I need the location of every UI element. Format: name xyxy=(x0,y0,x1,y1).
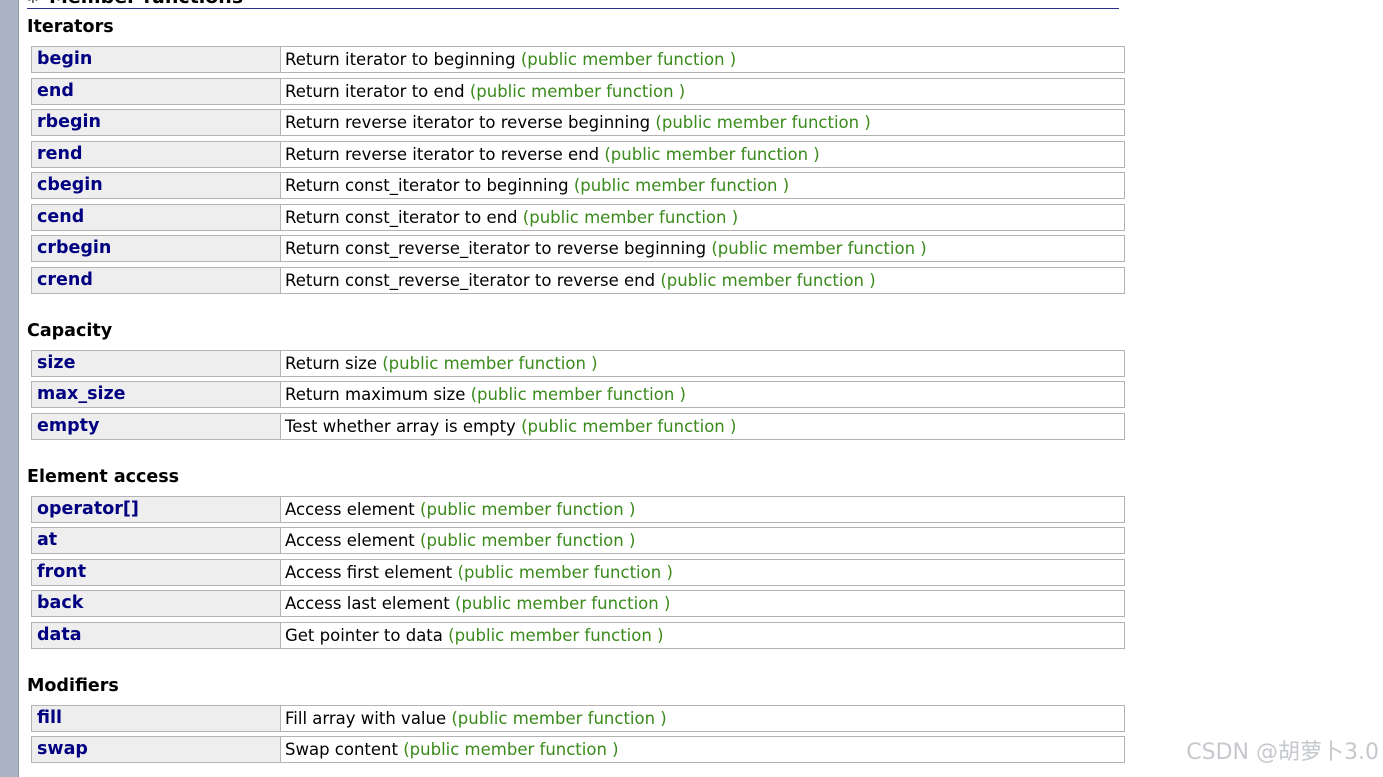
member-type-tag: (public member function ) xyxy=(655,113,871,132)
description-text: Fill array with value xyxy=(285,709,447,728)
description-text: Access element xyxy=(285,531,415,550)
description-text: Swap content xyxy=(285,740,398,759)
left-sidebar-bar xyxy=(0,0,19,777)
member-type-tag: (public member function ) xyxy=(522,208,739,227)
member-description: Return iterator to end (public member fu… xyxy=(281,79,1124,104)
table-row: swap Swap content (public member functio… xyxy=(31,736,1125,763)
description-text: Return const_reverse_iterator to reverse… xyxy=(285,271,656,290)
description-text: Return const_reverse_iterator to reverse… xyxy=(285,239,707,258)
section-title-modifiers: Modifiers xyxy=(27,676,119,696)
table-row: cend Return const_iterator to end (publi… xyxy=(31,204,1125,231)
member-description: Access last element (public member funct… xyxy=(281,591,1124,616)
table-row: empty Test whether array is empty (publi… xyxy=(31,413,1125,440)
member-type-tag: (public member function ) xyxy=(420,500,636,519)
member-link-back[interactable]: back xyxy=(32,591,281,616)
member-description: Return iterator to beginning (public mem… xyxy=(281,47,1124,72)
member-type-tag: (public member function ) xyxy=(403,740,619,759)
table-row: at Access element (public member functio… xyxy=(31,527,1125,554)
member-description: Return const_reverse_iterator to reverse… xyxy=(281,268,1124,293)
member-description: Fill array with value (public member fun… xyxy=(281,706,1124,731)
table-row: front Access first element (public membe… xyxy=(31,559,1125,586)
member-link-cbegin[interactable]: cbegin xyxy=(32,173,281,198)
member-link-operator-brackets[interactable]: operator[] xyxy=(32,497,281,522)
description-text: Return iterator to end xyxy=(285,82,465,101)
description-text: Return const_iterator to beginning xyxy=(285,176,569,195)
member-description: Get pointer to data (public member funct… xyxy=(281,623,1124,648)
member-type-tag: (public member function ) xyxy=(711,239,927,258)
table-row: crend Return const_reverse_iterator to r… xyxy=(31,267,1125,294)
member-type-tag: (public member function ) xyxy=(455,594,671,613)
page-heading-text: Member functions xyxy=(49,0,243,8)
member-link-max-size[interactable]: max_size xyxy=(32,382,281,407)
description-text: Access first element xyxy=(285,563,453,582)
description-text: Access element xyxy=(285,500,415,519)
description-text: Return reverse iterator to reverse begin… xyxy=(285,113,651,132)
member-description: Swap content (public member function ) xyxy=(281,737,1124,762)
page-heading: ✲Member functions xyxy=(27,0,1119,9)
table-row: rend Return reverse iterator to reverse … xyxy=(31,141,1125,168)
member-description: Return size (public member function ) xyxy=(281,351,1124,376)
member-description: Test whether array is empty (public memb… xyxy=(281,414,1124,439)
member-description: Return maximum size (public member funct… xyxy=(281,382,1124,407)
description-text: Access last element xyxy=(285,594,450,613)
member-description: Access element (public member function ) xyxy=(281,528,1124,553)
section-icon: ✲ xyxy=(27,0,49,8)
member-description: Access element (public member function ) xyxy=(281,497,1124,522)
section-title-element-access: Element access xyxy=(27,467,180,487)
member-type-tag: (public member function ) xyxy=(521,417,737,436)
member-type-tag: (public member function ) xyxy=(457,563,673,582)
member-type-tag: (public member function ) xyxy=(470,385,686,404)
member-link-swap[interactable]: swap xyxy=(32,737,281,762)
member-link-rend[interactable]: rend xyxy=(32,142,281,167)
table-row: rbegin Return reverse iterator to revers… xyxy=(31,109,1125,136)
member-link-data[interactable]: data xyxy=(32,623,281,648)
member-link-begin[interactable]: begin xyxy=(32,47,281,72)
table-row: end Return iterator to end (public membe… xyxy=(31,78,1125,105)
member-link-fill[interactable]: fill xyxy=(32,706,281,731)
member-link-rbegin[interactable]: rbegin xyxy=(32,110,281,135)
csdn-watermark: CSDN @胡萝卜3.0 xyxy=(1186,740,1379,765)
table-row: operator[] Access element (public member… xyxy=(31,496,1125,523)
member-description: Return const_iterator to end (public mem… xyxy=(281,205,1124,230)
member-link-at[interactable]: at xyxy=(32,528,281,553)
member-description: Return const_iterator to beginning (publ… xyxy=(281,173,1124,198)
member-type-tag: (public member function ) xyxy=(420,531,636,550)
member-description: Return const_reverse_iterator to reverse… xyxy=(281,236,1124,261)
member-link-end[interactable]: end xyxy=(32,79,281,104)
table-row: crbegin Return const_reverse_iterator to… xyxy=(31,235,1125,262)
member-link-empty[interactable]: empty xyxy=(32,414,281,439)
table-row: max_size Return maximum size (public mem… xyxy=(31,381,1125,408)
member-description: Return reverse iterator to reverse begin… xyxy=(281,110,1124,135)
table-row: begin Return iterator to beginning (publ… xyxy=(31,46,1125,73)
member-link-crend[interactable]: crend xyxy=(32,268,281,293)
member-type-tag: (public member function ) xyxy=(382,354,598,373)
description-text: Get pointer to data xyxy=(285,626,443,645)
member-type-tag: (public member function ) xyxy=(448,626,664,645)
member-link-cend[interactable]: cend xyxy=(32,205,281,230)
member-link-crbegin[interactable]: crbegin xyxy=(32,236,281,261)
member-description: Access first element (public member func… xyxy=(281,560,1124,585)
member-type-tag: (public member function ) xyxy=(604,145,820,164)
table-row: cbegin Return const_iterator to beginnin… xyxy=(31,172,1125,199)
table-row: data Get pointer to data (public member … xyxy=(31,622,1125,649)
description-text: Return const_iterator to end xyxy=(285,208,518,227)
table-row: back Access last element (public member … xyxy=(31,590,1125,617)
member-link-size[interactable]: size xyxy=(32,351,281,376)
member-type-tag: (public member function ) xyxy=(469,82,686,101)
section-title-iterators: Iterators xyxy=(27,17,114,37)
member-type-tag: (public member function ) xyxy=(660,271,876,290)
member-link-front[interactable]: front xyxy=(32,560,281,585)
member-type-tag: (public member function ) xyxy=(573,176,790,195)
member-description: Return reverse iterator to reverse end (… xyxy=(281,142,1124,167)
description-text: Test whether array is empty xyxy=(285,417,516,436)
description-text: Return size xyxy=(285,354,377,373)
description-text: Return maximum size xyxy=(285,385,466,404)
member-type-tag: (public member function ) xyxy=(451,709,667,728)
table-row: fill Fill array with value (public membe… xyxy=(31,705,1125,732)
description-text: Return iterator to beginning xyxy=(285,50,516,69)
description-text: Return reverse iterator to reverse end xyxy=(285,145,600,164)
section-title-capacity: Capacity xyxy=(27,321,113,341)
member-type-tag: (public member function ) xyxy=(520,50,737,69)
table-row: size Return size (public member function… xyxy=(31,350,1125,377)
